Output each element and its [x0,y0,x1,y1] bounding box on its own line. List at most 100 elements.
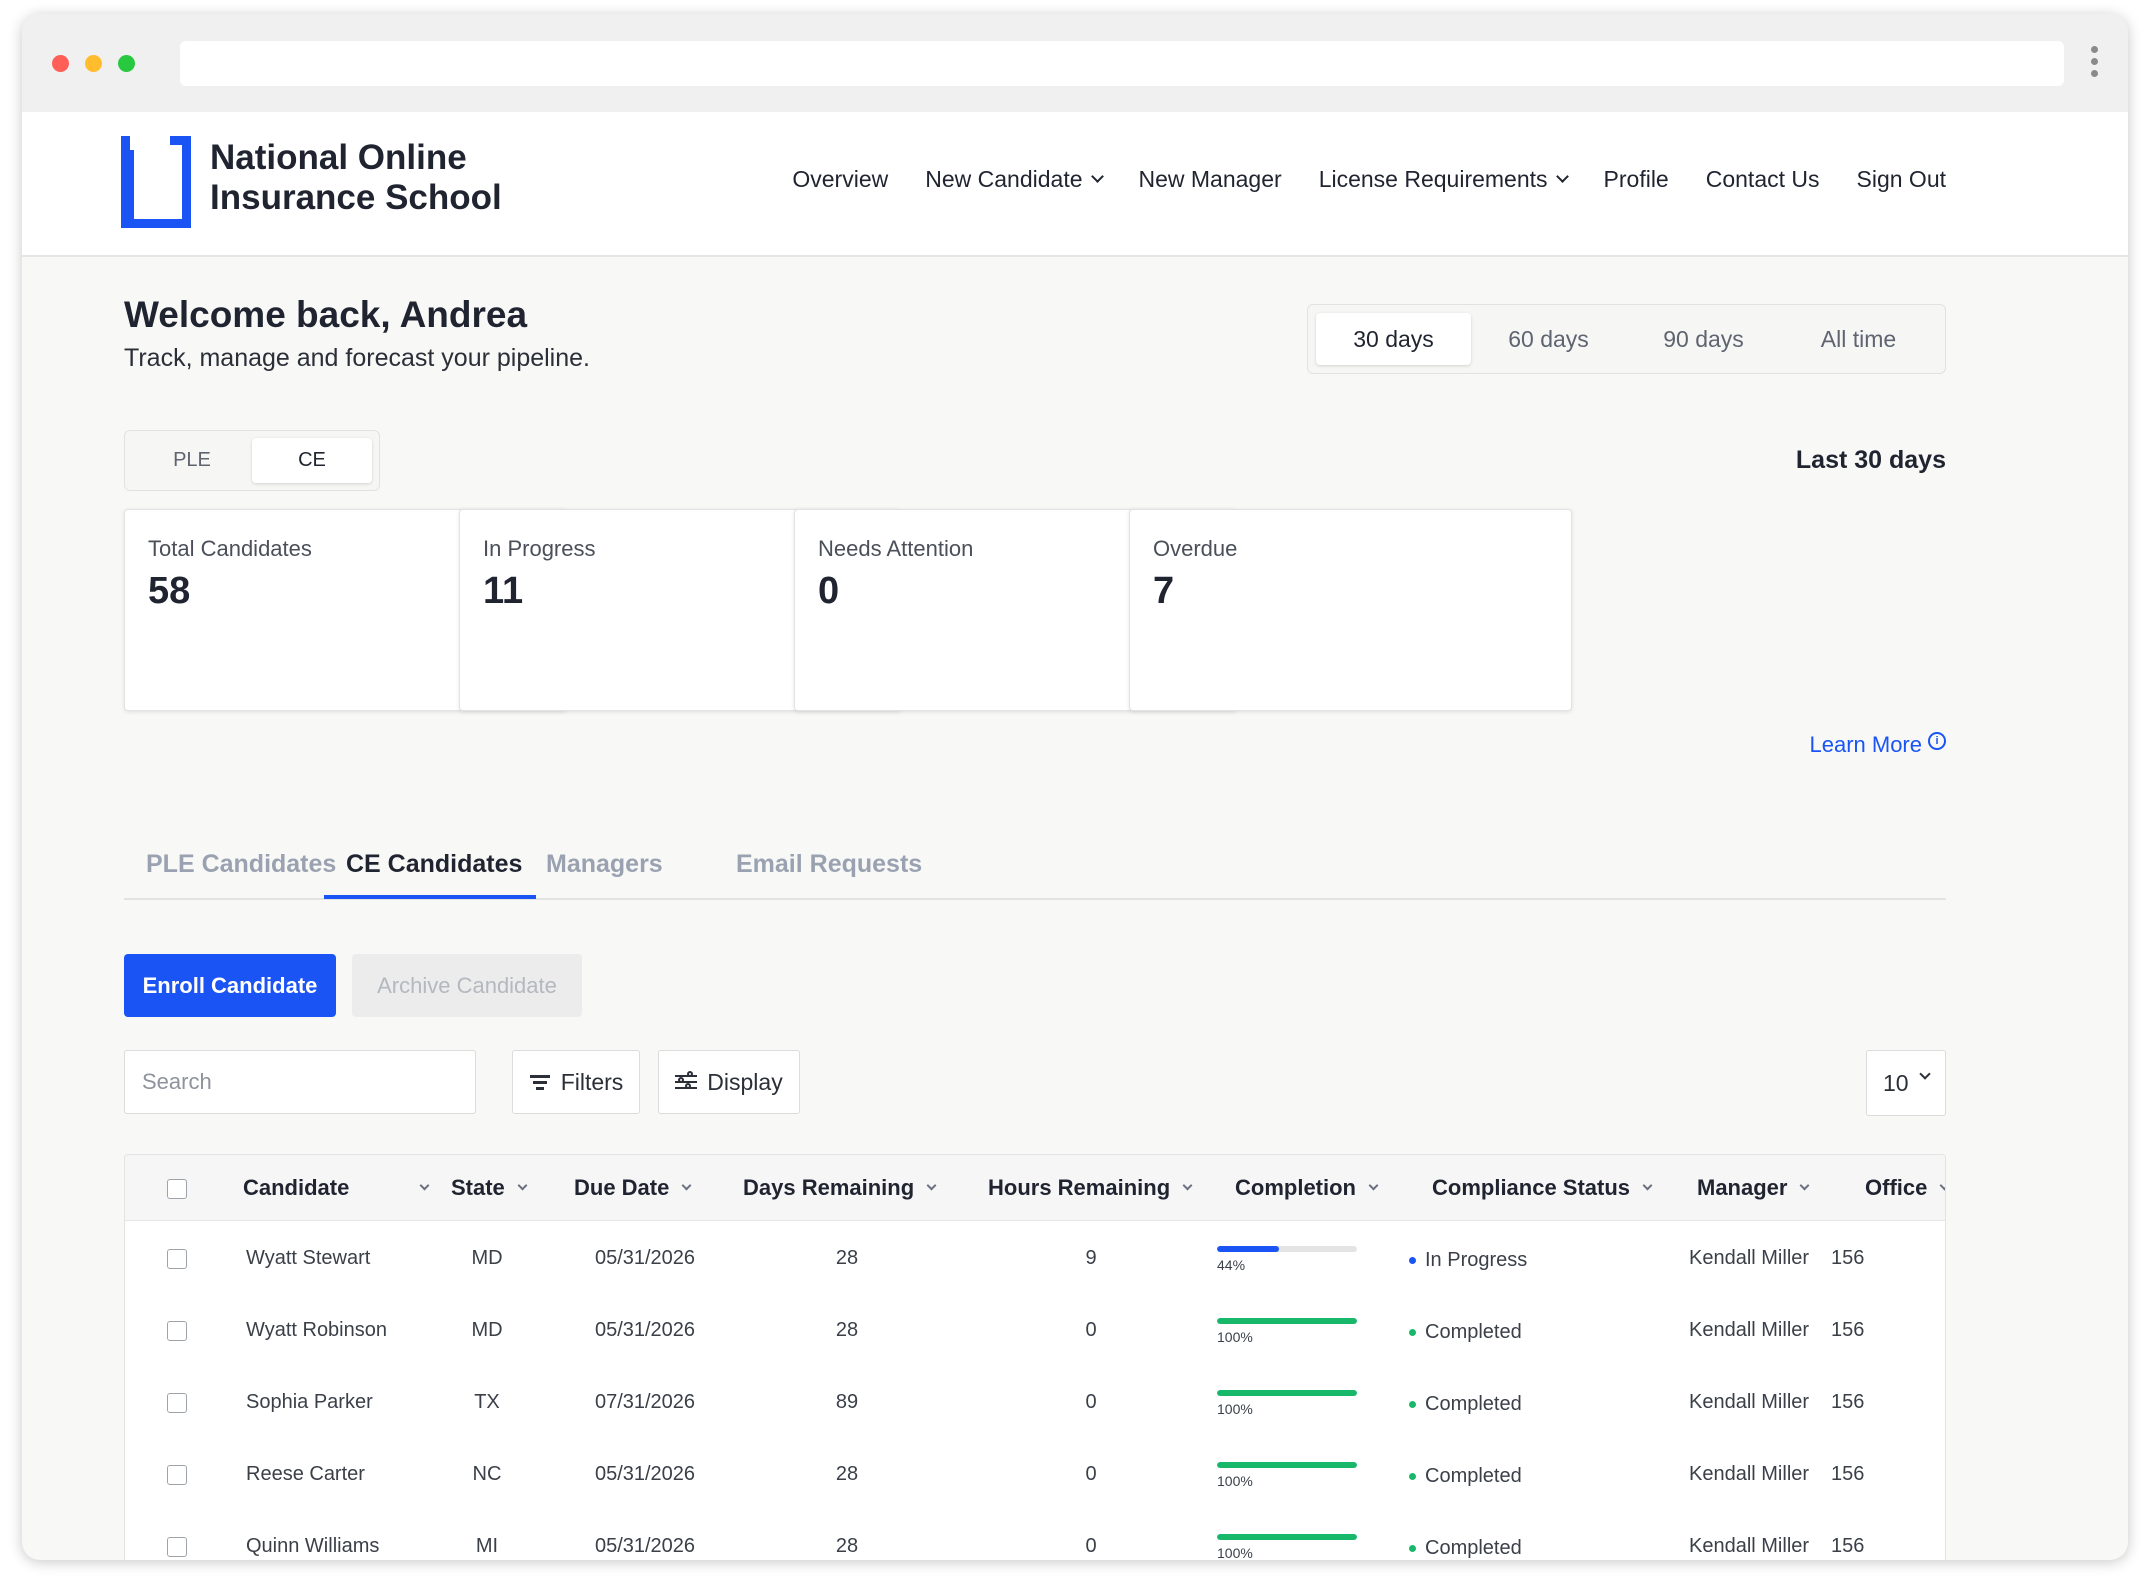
column-header-due-date[interactable]: Due Date [574,1175,692,1201]
completion-progress-fill [1217,1318,1357,1324]
candidate-name: Quinn Williams [246,1535,380,1557]
stat-card-overdue[interactable]: Overdue 7 [1129,509,1572,711]
column-header-completion[interactable]: Completion [1235,1175,1379,1201]
range-option-all-time[interactable]: All time [1781,313,1936,365]
tab-email-requests[interactable]: Email Requests [736,850,922,879]
page-size-select[interactable]: 10 [1866,1050,1946,1116]
compliance-status: Completed [1409,1321,1522,1344]
close-window-icon[interactable] [52,55,69,72]
due-date-cell: 05/31/2026 [594,1247,696,1269]
table-row[interactable]: Reese Carter NC 05/31/2026 28 0 Kendall Mille… [125,1447,1945,1519]
column-header-office[interactable]: Office [1865,1175,1945,1201]
display-button[interactable]: Display [658,1050,800,1114]
completion-progress-fill [1217,1462,1357,1468]
state-cell: MI [475,1535,499,1557]
range-option-30-days[interactable]: 30 days [1316,313,1471,365]
stat-label: Overdue [1153,536,1238,561]
maximize-window-icon[interactable] [118,55,135,72]
column-header-label: Days Remaining [743,1175,915,1200]
due-date-cell: 07/31/2026 [594,1391,696,1413]
brand-logo-icon[interactable] [121,136,191,228]
nav-item-label: Profile [1603,166,1669,192]
completion-progress-bar [1217,1246,1357,1252]
compliance-status: Completed [1409,1537,1522,1560]
row-checkbox[interactable] [167,1465,187,1485]
row-checkbox[interactable] [167,1249,187,1269]
manager-cell: Kendall Miller [1689,1391,1810,1413]
date-range-toggle: 30 days 60 days 90 days All time [1307,304,1946,374]
column-header-compliance-status[interactable]: Compliance Status [1432,1175,1653,1201]
compliance-status-label: Completed [1425,1465,1522,1487]
nav-item-label: Sign Out [1856,166,1947,192]
compliance-status-label: Completed [1425,1537,1522,1559]
hours-remaining-cell: 0 [1085,1463,1097,1485]
completion-percent: 44% [1217,1257,1246,1273]
main-nav: Overview New Candidate New Manager License … [755,166,1946,193]
tab-managers[interactable]: Managers [546,850,663,879]
nav-item-profile[interactable]: Profile [1604,166,1669,193]
hours-remaining-cell: 0 [1085,1535,1097,1557]
filters-button[interactable]: Filters [512,1050,640,1114]
chevron-down-icon [1555,170,1569,183]
page-subtitle: Track, manage and forecast your pipeline… [124,344,590,372]
filter-icon [529,1074,551,1090]
row-checkbox[interactable] [167,1393,187,1413]
table-row[interactable]: Wyatt Stewart MD 05/31/2026 28 9 Kendall Mill… [125,1231,1945,1303]
table-row[interactable]: Sophia Parker TX 07/31/2026 89 0 Kendall Mill… [125,1375,1945,1447]
days-remaining-cell: 89 [835,1391,859,1413]
sort-chevron-icon [1800,1180,1810,1190]
candidate-name: Wyatt Robinson [246,1319,387,1341]
status-dot-icon [1409,1473,1416,1480]
completion-percent: 100% [1217,1473,1253,1489]
chevron-down-icon [1090,170,1104,183]
nav-item-overview[interactable]: Overview [792,166,888,193]
range-option-60-days[interactable]: 60 days [1471,313,1626,365]
program-option-ple[interactable]: PLE [132,438,252,483]
enroll-candidate-button[interactable]: Enroll Candidate [124,954,336,1017]
program-option-ce[interactable]: CE [252,438,372,483]
row-checkbox[interactable] [167,1321,187,1341]
column-header-state[interactable]: State [451,1175,528,1201]
address-bar[interactable] [180,41,2064,86]
stat-label: In Progress [483,536,596,561]
table-row[interactable]: Wyatt Robinson MD 05/31/2026 28 0 Kendall Mil… [125,1303,1945,1375]
tab-ple-candidates[interactable]: PLE Candidates [146,850,336,879]
select-all-checkbox[interactable] [167,1179,187,1199]
info-icon: i [1928,732,1946,750]
status-dot-icon [1409,1401,1416,1408]
nav-item-sign-out[interactable]: Sign Out [1857,166,1947,193]
column-header-hours-remaining[interactable]: Hours Remaining [988,1175,1193,1201]
range-option-90-days[interactable]: 90 days [1626,313,1781,365]
browser-window: National Online Insurance School Overvie… [22,14,2128,1560]
column-header-label: Hours Remaining [988,1175,1171,1200]
column-header-candidate[interactable]: Candidate [243,1175,430,1201]
row-checkbox[interactable] [167,1537,187,1557]
archive-candidate-button[interactable]: Archive Candidate [352,954,582,1017]
program-toggle: PLE CE [124,430,380,491]
sort-chevron-icon [926,1180,937,1190]
table-row[interactable]: Quinn Williams MI 05/31/2026 28 0 Kendall Mil… [125,1519,1945,1560]
candidate-tabs: PLE Candidates CE Candidates Managers Email… [124,834,1946,900]
search-input[interactable]: Search [124,1050,476,1114]
completion-progress-fill [1217,1246,1279,1252]
status-dot-icon [1409,1329,1416,1336]
sort-chevron-icon [1939,1180,1945,1190]
nav-item-license-requirements[interactable]: License Requirements [1319,166,1569,193]
brand-name[interactable]: National Online Insurance School [210,138,502,218]
nav-item-contact-us[interactable]: Contact Us [1706,166,1820,193]
table-header: Candidate State Due Date Days Remaining Hour… [125,1155,1945,1221]
sliders-icon [675,1071,698,1091]
nav-item-new-candidate[interactable]: New Candidate [925,166,1104,193]
browser-chrome [22,14,2128,112]
column-header-days-remaining[interactable]: Days Remaining [743,1175,937,1201]
learn-more-link[interactable]: Learn More i [1809,732,1946,758]
nav-item-new-manager[interactable]: New Manager [1139,166,1282,193]
column-header-label: Due Date [574,1175,670,1200]
compliance-status: In Progress [1409,1249,1527,1272]
sort-chevron-icon [517,1180,528,1190]
days-remaining-cell: 28 [835,1247,859,1269]
column-header-manager[interactable]: Manager [1697,1175,1810,1201]
minimize-window-icon[interactable] [85,55,102,72]
tab-ce-candidates[interactable]: CE Candidates [346,850,522,879]
more-options-icon[interactable] [2089,46,2099,86]
